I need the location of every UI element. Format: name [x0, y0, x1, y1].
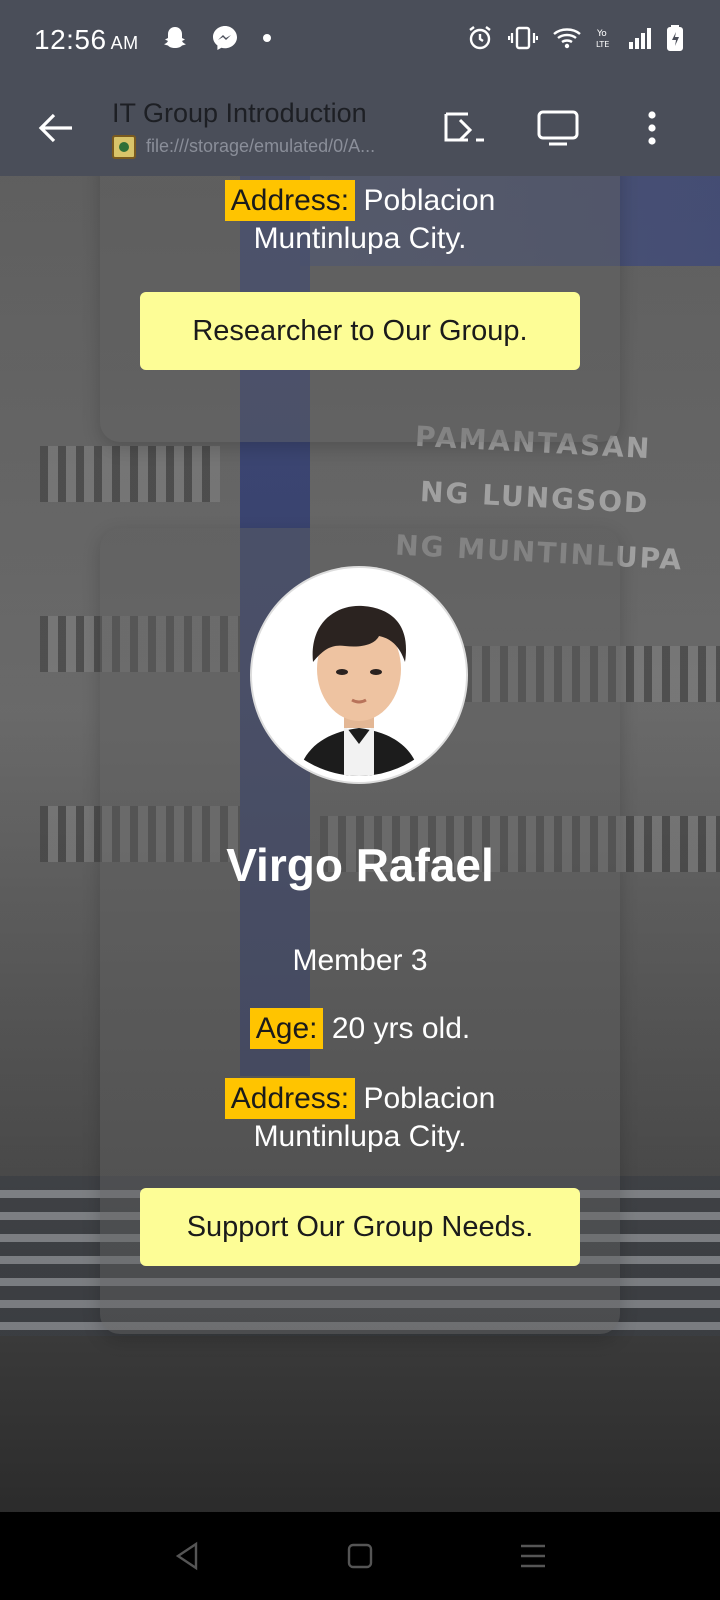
title-block: IT Group Introduction file:///storage/em…	[112, 98, 422, 159]
monitor-icon	[537, 110, 579, 146]
url-text: file:///storage/emulated/0/A...	[146, 136, 376, 156]
square-home-icon	[347, 1543, 373, 1569]
age-field: Age: 20 yrs old.	[100, 1008, 620, 1049]
svg-text:LTE: LTE	[596, 40, 609, 49]
browser-toolbar: IT Group Introduction file:///storage/em…	[0, 80, 720, 176]
dot-icon	[261, 31, 273, 49]
status-time: 12:56 AM	[34, 24, 139, 56]
address-line1: Poblacion	[363, 1082, 496, 1115]
triangle-back-icon	[175, 1541, 197, 1571]
member-role: Member 3	[292, 944, 428, 977]
background-sign-line2: NG LUNGSOD	[419, 475, 651, 520]
battery-icon	[666, 24, 686, 57]
member-card: Virgo Rafael Member 3 Age: 20 yrs old. A…	[100, 528, 620, 1334]
wifi-icon	[552, 25, 582, 56]
member-name: Virgo Rafael	[226, 839, 494, 891]
vibrate-icon	[507, 24, 539, 57]
background-windows	[40, 446, 220, 502]
status-ampm: AM	[110, 33, 139, 53]
address-label: Address:	[224, 180, 356, 221]
avatar	[252, 568, 466, 782]
background-ground	[0, 1336, 720, 1512]
volte-icon: Yo LTE	[596, 25, 614, 56]
address-field: Address: Poblacion	[100, 180, 620, 221]
nav-back-button[interactable]	[157, 1526, 217, 1586]
status-right: Yo LTE	[466, 24, 686, 57]
arrow-left-icon	[38, 113, 72, 143]
snapchat-icon	[161, 24, 189, 57]
open-external-icon	[444, 112, 484, 142]
support-button[interactable]: Support Our Group Needs.	[140, 1188, 580, 1266]
address-line2: Muntinlupa City.	[253, 222, 467, 255]
favicon-icon	[112, 134, 136, 159]
system-nav-bar	[0, 1512, 720, 1600]
menu-recents-icon	[521, 1544, 546, 1568]
age-label: Age:	[249, 1008, 324, 1049]
nav-home-button[interactable]	[330, 1526, 390, 1586]
nav-recents-button[interactable]	[503, 1526, 563, 1586]
open-with-button[interactable]	[434, 98, 494, 158]
more-options-button[interactable]	[622, 98, 682, 158]
address-line1: Poblacion	[363, 184, 496, 217]
status-left: 12:56 AM	[34, 24, 273, 57]
back-button[interactable]	[26, 98, 86, 158]
alarm-icon	[466, 24, 494, 57]
page-content[interactable]: PAMANTASAN NG LUNGSOD NG MUNTINLUPA Addr…	[0, 176, 720, 1512]
member-card-previous: Address: Poblacion Muntinlupa City. Rese…	[100, 176, 620, 442]
more-vert-icon	[648, 111, 656, 145]
desktop-view-button[interactable]	[528, 98, 588, 158]
messenger-icon	[211, 24, 239, 57]
svg-text:Yo: Yo	[596, 29, 607, 39]
signal-icon	[628, 25, 652, 56]
address-line2: Muntinlupa City.	[253, 1120, 467, 1153]
page-title: IT Group Introduction	[112, 97, 367, 128]
status-bar: 12:56 AM Yo LTE	[0, 0, 720, 80]
age-value: 20 yrs old.	[331, 1012, 471, 1045]
address-field: Address: Poblacion	[100, 1078, 620, 1119]
status-time-value: 12:56	[34, 24, 107, 55]
url-row: file:///storage/emulated/0/A...	[112, 134, 422, 159]
researcher-button[interactable]: Researcher to Our Group.	[140, 292, 580, 370]
profile-photo	[258, 574, 460, 776]
address-label: Address:	[224, 1078, 356, 1119]
